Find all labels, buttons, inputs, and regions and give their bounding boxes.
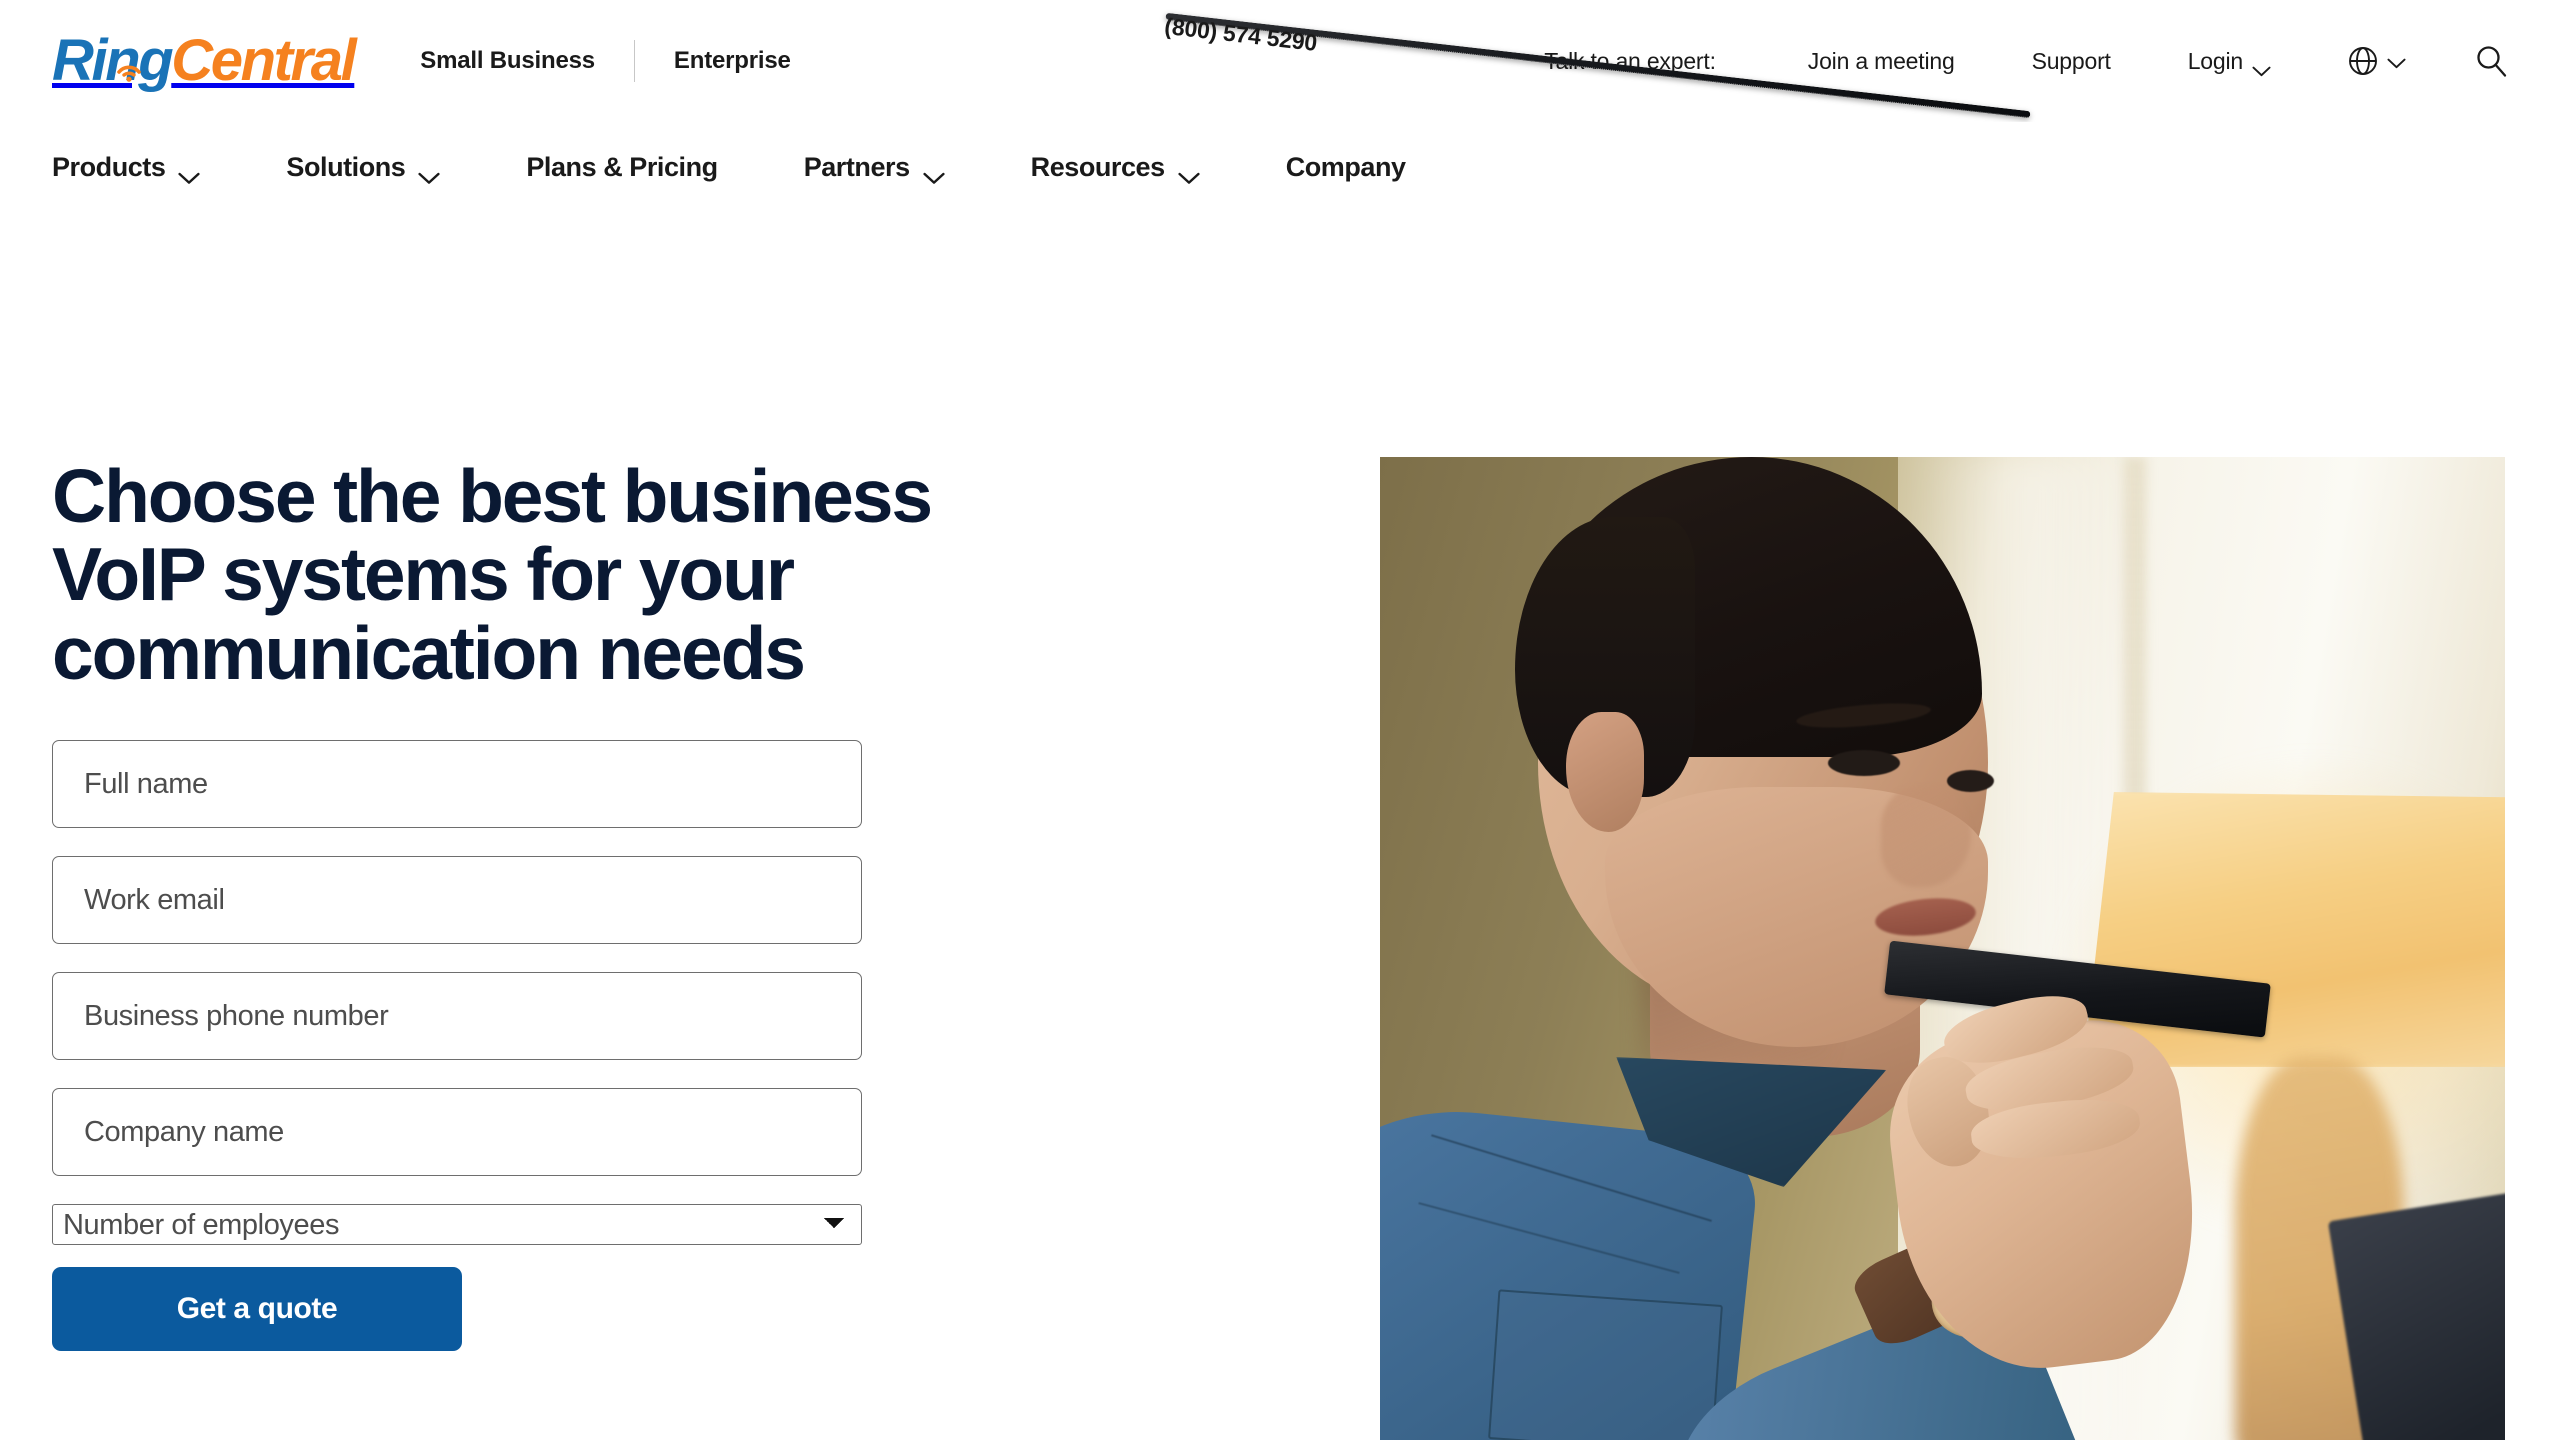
chevron-down-icon bbox=[1178, 161, 1200, 184]
company-name-input[interactable] bbox=[52, 1088, 862, 1177]
join-a-meeting-label: Join a meeting bbox=[1807, 47, 1955, 74]
chevron-down-icon bbox=[2252, 56, 2271, 76]
nav-item-plans-pricing[interactable]: Plans & Pricing bbox=[526, 151, 718, 183]
segment-small-business[interactable]: Small Business bbox=[420, 47, 595, 75]
wifi-signal-icon bbox=[116, 34, 142, 82]
primary-navigation: Products Solutions Plans & Pricing Partn… bbox=[0, 122, 2560, 212]
hero-image bbox=[1380, 457, 2505, 1440]
quote-request-form: Number of employees1-1920-99100-9991000+… bbox=[52, 740, 862, 1352]
scene-eye bbox=[1827, 750, 1900, 776]
locale-selector[interactable] bbox=[2348, 46, 2406, 76]
chevron-down-icon bbox=[2387, 56, 2406, 68]
nav-label: Plans & Pricing bbox=[526, 151, 718, 182]
globe-icon bbox=[2348, 46, 2378, 76]
scene-shirt-pocket bbox=[1487, 1289, 1723, 1440]
chevron-down-icon bbox=[418, 161, 440, 184]
nav-item-company[interactable]: Company bbox=[1286, 152, 1406, 183]
support-link[interactable]: Support bbox=[2032, 48, 2111, 75]
join-a-meeting-link[interactable]: Join a meeting bbox=[1808, 48, 1955, 75]
nav-item-resources[interactable]: Resources bbox=[1030, 151, 1200, 184]
top-utility-bar: RingCentral Small Business Enterprise Ta… bbox=[0, 0, 2560, 122]
login-label: Login bbox=[2187, 47, 2243, 74]
logo-text-central: Central bbox=[171, 28, 356, 93]
brand-segment-switch: Small Business Enterprise bbox=[420, 40, 791, 82]
ringcentral-logo[interactable]: RingCentral bbox=[52, 32, 357, 90]
chevron-down-icon bbox=[923, 161, 945, 184]
nav-item-solutions[interactable]: Solutions bbox=[286, 151, 440, 184]
hero-content: Choose the best business VoIP systems fo… bbox=[52, 454, 1112, 1352]
nav-label: Products bbox=[52, 151, 166, 182]
login-menu[interactable]: Login bbox=[2187, 47, 2271, 76]
search-icon[interactable] bbox=[2474, 44, 2508, 78]
nav-label: Partners bbox=[803, 151, 910, 182]
segment-enterprise[interactable]: Enterprise bbox=[674, 47, 791, 75]
talk-to-expert: Talk to an expert: (800) 574 5290 bbox=[1163, 12, 2031, 118]
work-email-input[interactable] bbox=[52, 856, 862, 945]
nav-item-partners[interactable]: Partners bbox=[803, 151, 945, 184]
nav-label: Solutions bbox=[286, 151, 406, 182]
chevron-down-icon bbox=[178, 161, 201, 184]
nav-label: Company bbox=[1285, 151, 1406, 182]
hero-section: Choose the best business VoIP systems fo… bbox=[0, 212, 2560, 1440]
number-of-employees-select[interactable]: Number of employees1-1920-99100-9991000+ bbox=[52, 1204, 862, 1246]
hero-image-scene bbox=[1380, 457, 2505, 1440]
get-a-quote-button[interactable]: Get a quote bbox=[52, 1267, 462, 1352]
nav-label: Resources bbox=[1030, 151, 1165, 182]
page-title: Choose the best business VoIP systems fo… bbox=[52, 454, 933, 695]
segment-divider bbox=[633, 40, 635, 82]
business-phone-input[interactable] bbox=[52, 972, 862, 1061]
nav-item-products[interactable]: Products bbox=[52, 151, 201, 184]
page-root: RingCentral Small Business Enterprise Ta… bbox=[0, 0, 2560, 1440]
top-right-links: Talk to an expert: (800) 574 5290 Join a… bbox=[1163, 12, 2508, 118]
scene-eye-far bbox=[1947, 770, 1995, 792]
logo-text-ring: Ring bbox=[52, 28, 174, 93]
full-name-input[interactable] bbox=[52, 740, 862, 829]
scene-lamp-shade bbox=[2083, 792, 2505, 1067]
support-label: Support bbox=[2031, 47, 2111, 74]
